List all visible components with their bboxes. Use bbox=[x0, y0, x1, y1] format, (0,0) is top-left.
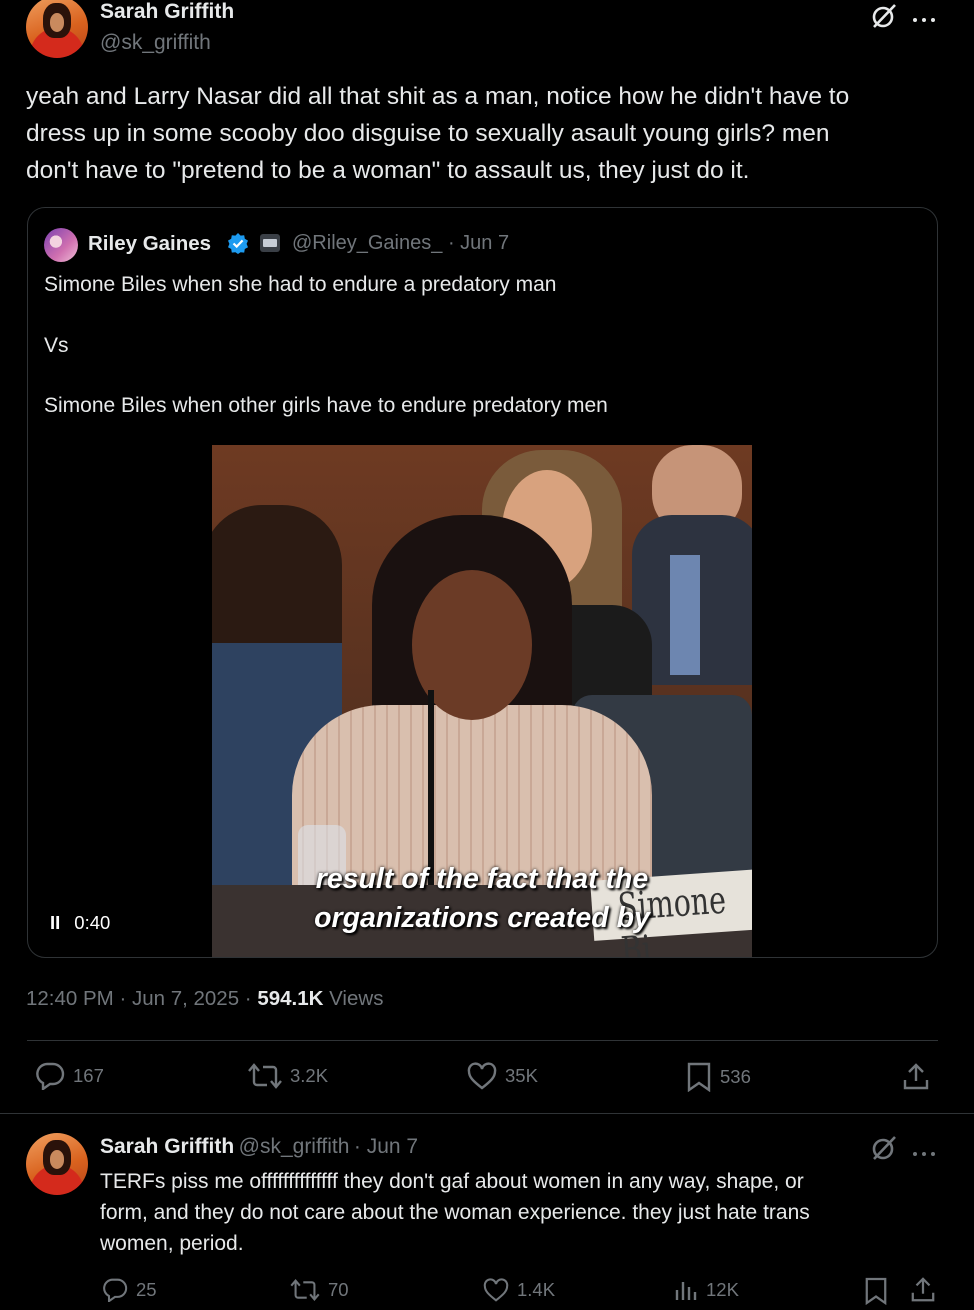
views-label: Views bbox=[323, 987, 384, 1010]
bookmark-button[interactable]: 536 bbox=[686, 1062, 751, 1092]
author-handle[interactable]: @sk_griffith bbox=[100, 31, 211, 55]
reply-author-handle[interactable]: @sk_griffith bbox=[239, 1135, 350, 1158]
views-count: 594.1K bbox=[257, 987, 324, 1010]
more-icon[interactable] bbox=[912, 1144, 936, 1156]
post-text-line: yeah and Larry Nasar did all that shit a… bbox=[26, 83, 850, 110]
pause-icon[interactable]: II bbox=[50, 912, 60, 934]
like-button[interactable]: 35K bbox=[467, 1062, 538, 1090]
views-icon bbox=[675, 1282, 697, 1300]
repost-count: 3.2K bbox=[290, 1065, 329, 1086]
bookmark-icon bbox=[687, 1062, 711, 1092]
reply-icon bbox=[36, 1062, 65, 1090]
reply-text-line: TERFs piss me offffffffffffff they don't… bbox=[100, 1170, 804, 1193]
like-button[interactable]: 1.4K bbox=[483, 1278, 555, 1302]
reply-icon bbox=[103, 1278, 128, 1302]
video-caption-line: result of the fact that the bbox=[315, 863, 649, 895]
affiliate-badge-icon bbox=[259, 233, 281, 253]
reply-button[interactable]: 167 bbox=[35, 1062, 104, 1090]
reply-date[interactable]: · Jun 7 bbox=[354, 1135, 418, 1158]
quote-author-name[interactable]: Riley Gaines bbox=[88, 232, 211, 256]
video-time: 0:40 bbox=[74, 912, 111, 933]
quote-date[interactable]: · Jun 7 bbox=[448, 232, 509, 254]
share-icon[interactable] bbox=[902, 1063, 930, 1091]
repost-button[interactable]: 3.2K bbox=[248, 1062, 328, 1090]
views-count: 12K bbox=[706, 1279, 739, 1300]
quote-author-handle[interactable]: @Riley_Gaines_ · Jun 7 bbox=[292, 232, 509, 255]
reply-count: 167 bbox=[73, 1065, 104, 1086]
reply-text: TERFs piss me offffffffffffff they don't… bbox=[100, 1166, 960, 1259]
views-button[interactable]: 12K bbox=[674, 1278, 739, 1302]
video-controls[interactable]: II 0:40 bbox=[50, 912, 110, 934]
reply-count: 25 bbox=[136, 1279, 157, 1300]
post-text-line: dress up in some scooby doo disguise to … bbox=[26, 120, 830, 147]
reply-avatar[interactable] bbox=[26, 1133, 88, 1195]
quote-text-line: Vs bbox=[44, 334, 69, 357]
repost-icon bbox=[248, 1063, 282, 1089]
avatar[interactable] bbox=[26, 0, 88, 58]
post-timestamp[interactable]: 12:40 PM · Jun 7, 2025 · bbox=[26, 987, 257, 1010]
more-icon[interactable] bbox=[912, 10, 936, 22]
video-caption-line: organizations created by bbox=[314, 902, 650, 934]
bookmark-count: 536 bbox=[720, 1066, 751, 1087]
repost-button[interactable]: 70 bbox=[290, 1278, 349, 1302]
like-icon bbox=[483, 1278, 509, 1302]
verified-badge-icon bbox=[227, 232, 249, 254]
grok-icon[interactable] bbox=[870, 1134, 898, 1162]
like-count: 35K bbox=[505, 1065, 538, 1086]
quote-avatar[interactable] bbox=[44, 228, 78, 262]
video-player[interactable]: Simone Bi result of the fact that the or… bbox=[212, 445, 752, 957]
reply-text-line: form, and they do not care about the wom… bbox=[100, 1201, 810, 1224]
author-name[interactable]: Sarah Griffith bbox=[100, 0, 234, 24]
share-icon[interactable] bbox=[910, 1277, 936, 1303]
post-meta: 12:40 PM · Jun 7, 2025 · 594.1K Views bbox=[26, 987, 383, 1011]
divider bbox=[27, 1040, 938, 1041]
post-text-line: don't have to "pretend to be a woman" to… bbox=[26, 157, 750, 184]
reply-text-line: women, period. bbox=[100, 1232, 244, 1255]
quote-text-line: Simone Biles when she had to endure a pr… bbox=[44, 273, 557, 296]
quote-handle-text[interactable]: @Riley_Gaines_ bbox=[292, 232, 442, 254]
grok-icon[interactable] bbox=[870, 2, 898, 30]
section-divider bbox=[0, 1113, 974, 1114]
post-text: yeah and Larry Nasar did all that shit a… bbox=[26, 78, 926, 189]
reply-button[interactable]: 25 bbox=[102, 1278, 157, 1302]
repost-icon bbox=[290, 1278, 320, 1302]
reply-header: Sarah Griffith @sk_griffith · Jun 7 bbox=[100, 1135, 418, 1159]
reply-author-name[interactable]: Sarah Griffith bbox=[100, 1135, 234, 1158]
quote-text-line: Simone Biles when other girls have to en… bbox=[44, 394, 608, 417]
like-icon bbox=[467, 1062, 497, 1090]
bookmark-icon[interactable] bbox=[864, 1277, 888, 1306]
like-count: 1.4K bbox=[517, 1279, 556, 1300]
repost-count: 70 bbox=[328, 1279, 349, 1300]
